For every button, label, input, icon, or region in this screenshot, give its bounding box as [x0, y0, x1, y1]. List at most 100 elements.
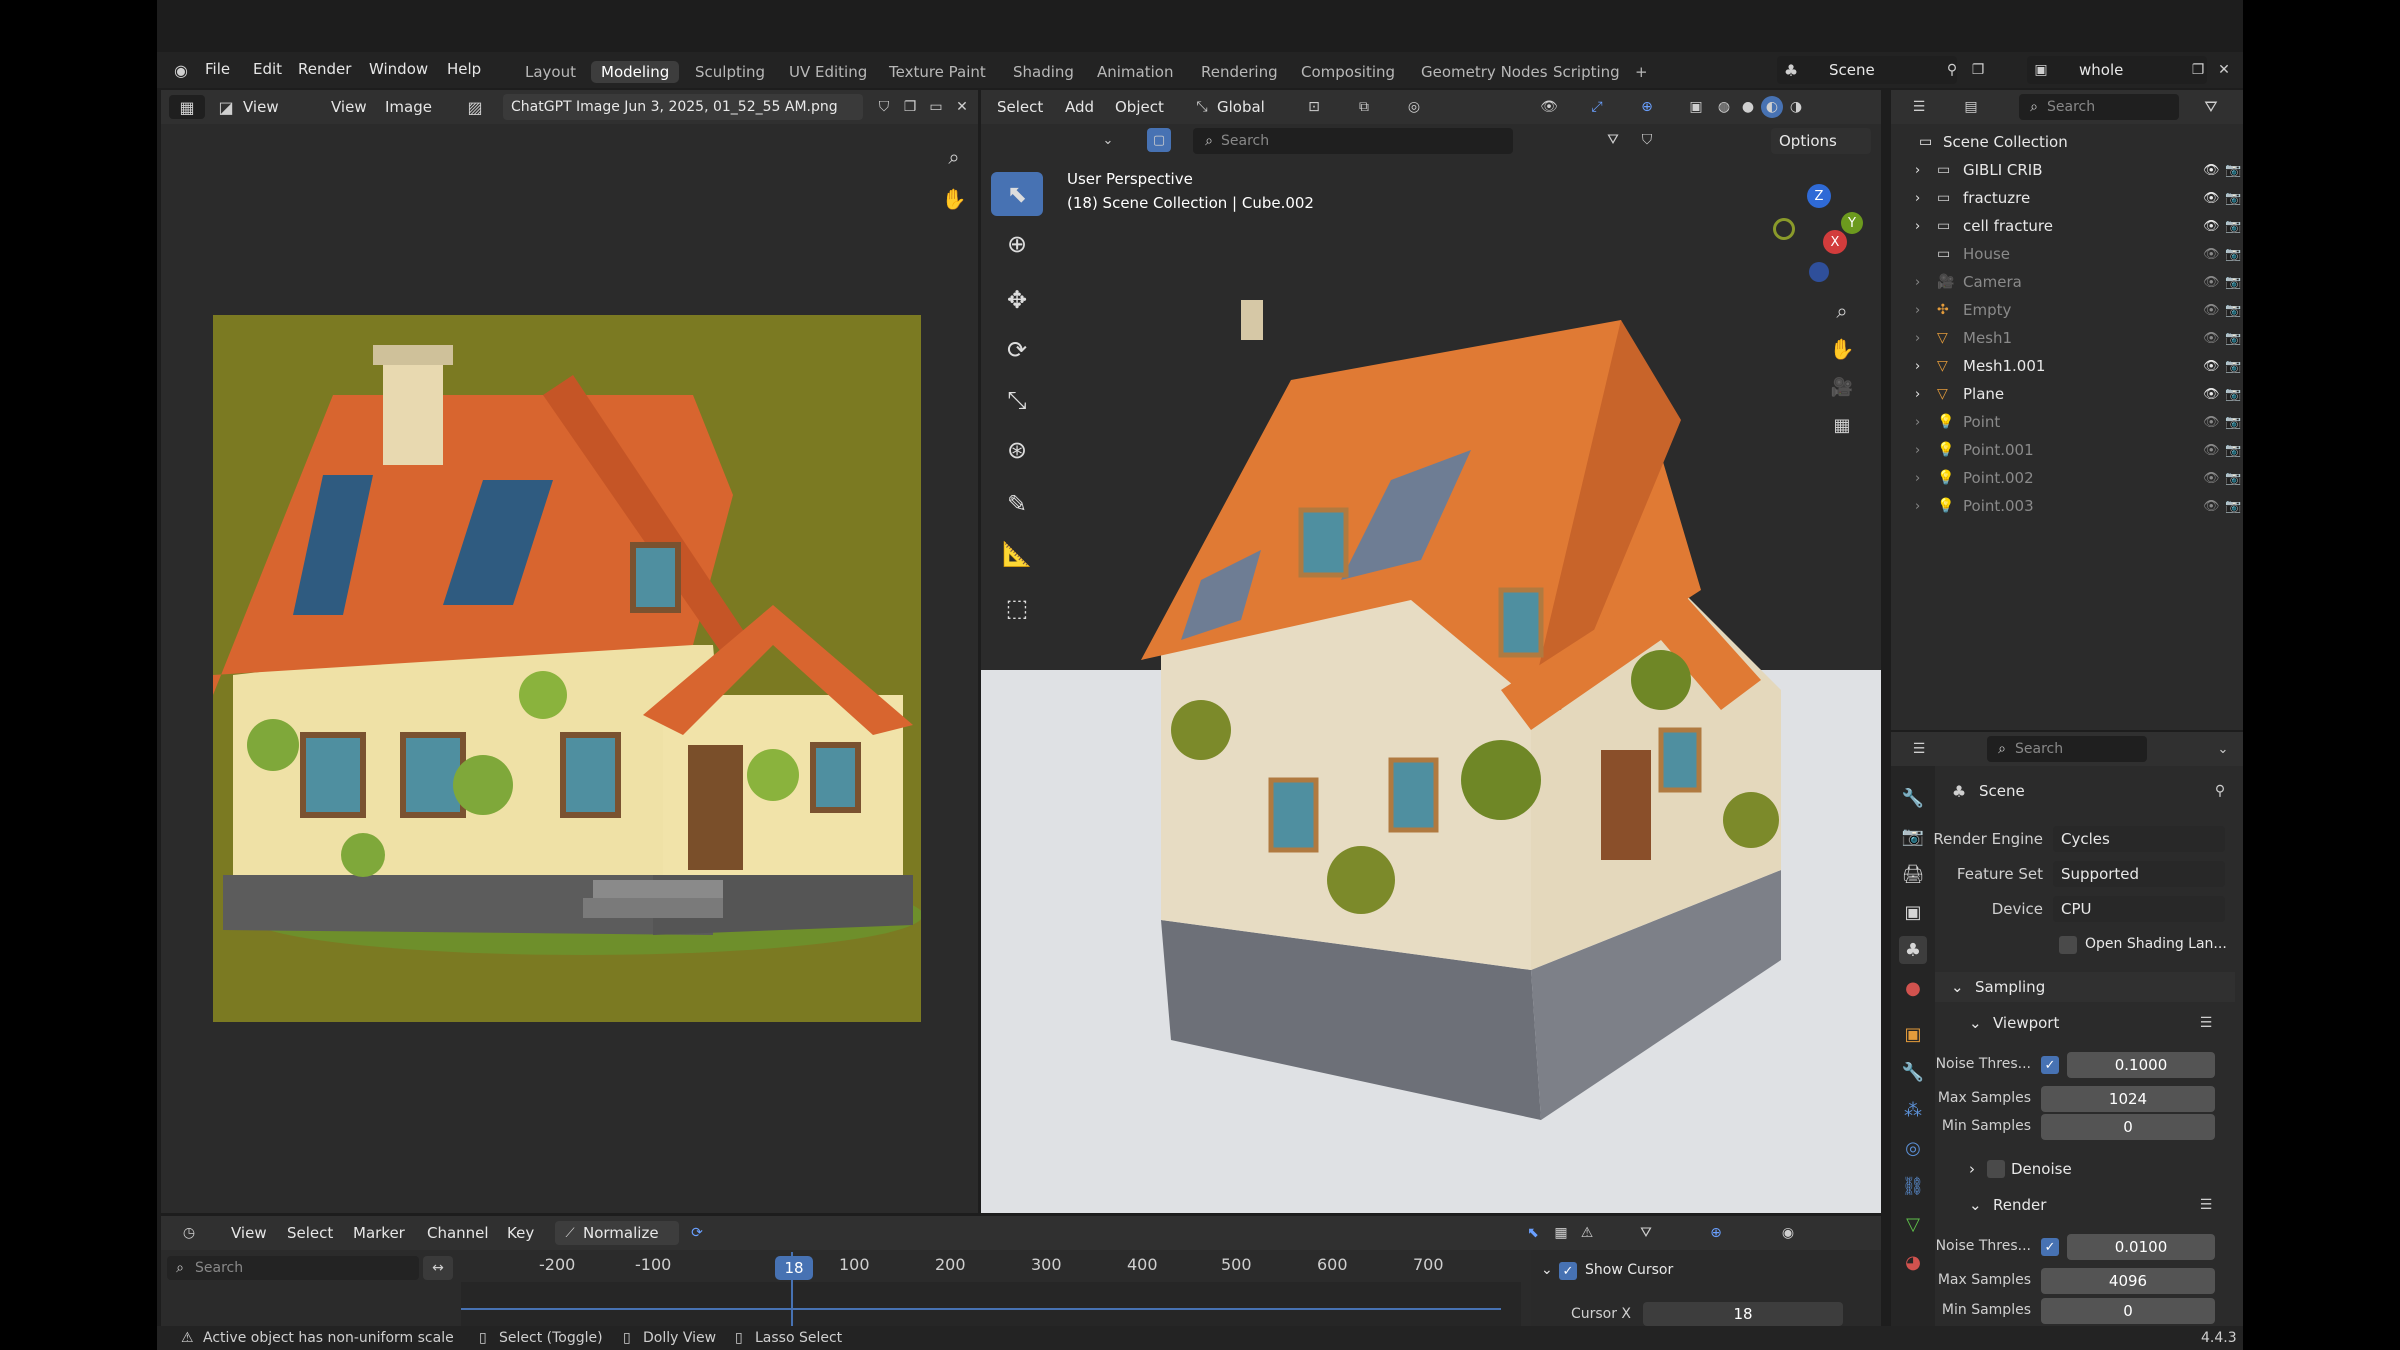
snap-icon[interactable]: ⧉ [1339, 96, 1389, 118]
timeline-menu-channel[interactable]: Channel [427, 1224, 489, 1242]
menu-edit[interactable]: Edit [253, 60, 282, 78]
particles-tab-icon[interactable]: ⁂ [1899, 1096, 1927, 1124]
menu-select[interactable]: Select [997, 98, 1043, 116]
menu-add[interactable]: Add [1065, 98, 1094, 116]
tab-uv-editing[interactable]: UV Editing [779, 61, 877, 83]
r-min-samples-field[interactable]: 0 [2041, 1298, 2215, 1324]
pan-hand-icon[interactable]: ✋ [939, 184, 969, 214]
list-icon[interactable]: ☰ [2195, 1194, 2217, 1216]
remove-view-layer-icon[interactable]: ✕ [2213, 60, 2235, 80]
outliner-item[interactable]: › ▽ Mesh1 👁 📷 [1891, 324, 2243, 352]
timeline-menu-marker[interactable]: Marker [353, 1224, 405, 1242]
chevron-right-icon[interactable]: › [1915, 359, 1937, 374]
device-dropdown[interactable]: CPU [2053, 896, 2225, 922]
outliner-item[interactable]: › ▽ Plane 👁 📷 [1891, 380, 2243, 408]
wireframe-shading-icon[interactable]: ◍ [1713, 96, 1735, 118]
tab-modeling[interactable]: Modeling [591, 61, 680, 83]
gizmo-y-axis[interactable]: Y [1841, 212, 1863, 234]
menu-image[interactable]: Image [385, 98, 432, 116]
image-view-dropdown[interactable]: View [243, 98, 279, 116]
vp-noise-threshold-field[interactable]: 0.1000 [2067, 1052, 2215, 1078]
rendered-shading-icon[interactable]: ◑ [1785, 96, 1807, 118]
outliner-item[interactable]: › ▭ cell fracture 👁 📷 [1891, 212, 2243, 240]
camera-render-icon[interactable]: 📷 [2225, 163, 2243, 178]
camera-render-icon[interactable]: 📷 [2225, 415, 2243, 430]
world-tab-icon[interactable]: ● [1899, 974, 1927, 1002]
denoise-toggle-icon[interactable]: › [1969, 1160, 1975, 1178]
outliner-item[interactable]: › ▽ Mesh1.001 👁 📷 [1891, 352, 2243, 380]
feature-set-dropdown[interactable]: Supported [2053, 861, 2225, 887]
outliner-item[interactable]: › ✣ Empty 👁 📷 [1891, 296, 2243, 324]
timeline-editor-type-icon[interactable]: ◷ [169, 1221, 209, 1245]
chevron-right-icon[interactable]: › [1915, 219, 1937, 234]
timeline-menu-view[interactable]: View [231, 1224, 267, 1242]
material-shading-icon[interactable]: ◐ [1761, 96, 1783, 118]
auto-normalize-icon[interactable]: ⟳ [685, 1221, 709, 1245]
annotate-tool-button[interactable]: ✎ [991, 482, 1043, 526]
eye-icon[interactable]: 👁 [2203, 219, 2225, 234]
tab-shading[interactable]: Shading [1003, 61, 1084, 83]
open-image-icon[interactable]: ▭ [925, 96, 947, 118]
proportional-edit-icon[interactable]: ◉ [1773, 1221, 1803, 1245]
tab-scripting[interactable]: Scripting [1543, 61, 1630, 83]
outliner-item[interactable]: › 💡 Point.003 👁 📷 [1891, 492, 2243, 520]
show-cursor-toggle-icon[interactable]: ⌄ [1541, 1262, 1553, 1278]
selection-mode-chevron-icon[interactable]: ⌄ [1093, 128, 1123, 152]
image-name-field[interactable]: ChatGPT Image Jun 3, 2025, 01_52_55 AM.p… [503, 94, 863, 120]
tab-texture-paint[interactable]: Texture Paint [879, 61, 996, 83]
scale-tool-button[interactable]: ⤡ [991, 378, 1043, 422]
chevron-right-icon[interactable]: › [1915, 443, 1937, 458]
outliner-editor-type-icon[interactable]: ☰ [1899, 95, 1939, 119]
add-workspace-button[interactable]: + [1625, 61, 1658, 83]
cursor-tool-button[interactable]: ⊕ [991, 222, 1043, 266]
only-errors-icon[interactable]: ⚠ [1575, 1221, 1599, 1245]
r-noise-checkbox[interactable]: ✓ [2041, 1238, 2059, 1256]
output-tab-icon[interactable]: 🖨 [1899, 860, 1927, 888]
render-tab-icon[interactable]: 📷 [1899, 822, 1927, 850]
camera-view-icon[interactable]: 🎥 [1827, 372, 1857, 402]
zoom-icon[interactable]: ⌕ [1827, 296, 1857, 326]
r-noise-threshold-field[interactable]: 0.0100 [2067, 1234, 2215, 1260]
view-layer-tab-icon[interactable]: ▣ [1899, 898, 1927, 926]
only-selected-icon[interactable]: ⬉ [1521, 1221, 1545, 1245]
osl-checkbox[interactable] [2059, 936, 2077, 954]
pin-icon[interactable]: ⚲ [2209, 780, 2231, 802]
outliner-item[interactable]: › 💡 Point 👁 📷 [1891, 408, 2243, 436]
timeline-menu-key[interactable]: Key [507, 1224, 534, 1242]
menu-window[interactable]: Window [369, 60, 428, 78]
pin-icon[interactable]: ⚲ [1941, 60, 1963, 80]
menu-object[interactable]: Object [1115, 98, 1164, 116]
camera-render-icon[interactable]: 📷 [2225, 275, 2243, 290]
menu-help[interactable]: Help [447, 60, 481, 78]
camera-render-icon[interactable]: 📷 [2225, 359, 2243, 374]
chevron-right-icon[interactable]: › [1915, 275, 1937, 290]
camera-render-icon[interactable]: 📷 [2225, 303, 2243, 318]
menu-render[interactable]: Render [298, 60, 351, 78]
constraints-tab-icon[interactable]: ⛓ [1899, 1172, 1927, 1200]
tab-layout[interactable]: Layout [515, 61, 586, 83]
tab-sculpting[interactable]: Sculpting [685, 61, 775, 83]
fake-user-icon[interactable]: ⛉ [873, 96, 895, 118]
display-mode-icon[interactable]: ▤ [1951, 95, 1991, 119]
eye-icon[interactable]: 👁 [2203, 359, 2225, 374]
eye-icon[interactable]: 👁 [2203, 247, 2225, 262]
scene-selector[interactable]: Scene [1777, 56, 1957, 84]
chevron-right-icon[interactable]: › [1915, 163, 1937, 178]
chevron-right-icon[interactable]: › [1915, 499, 1937, 514]
camera-render-icon[interactable]: 📷 [2225, 191, 2243, 206]
solid-shading-icon[interactable]: ● [1737, 96, 1759, 118]
filter-icon[interactable]: ⛛ [1601, 128, 1625, 152]
transform-tool-button[interactable]: ⊛ [991, 428, 1043, 472]
tab-rendering[interactable]: Rendering [1191, 61, 1288, 83]
new-view-layer-icon[interactable]: ❐ [2187, 60, 2209, 80]
vp-min-samples-field[interactable]: 0 [2041, 1114, 2215, 1140]
gizmo-x-axis[interactable]: X [1823, 230, 1847, 254]
pivot-icon[interactable]: ⊡ [1299, 96, 1329, 118]
timeline-search-input[interactable]: Search [167, 1256, 419, 1280]
show-hidden-icon[interactable]: ▦ [1549, 1221, 1573, 1245]
tab-compositing[interactable]: Compositing [1291, 61, 1405, 83]
show-cursor-checkbox[interactable]: ✓ [1559, 1262, 1577, 1280]
gizmo-neg-y-axis[interactable] [1773, 218, 1795, 240]
r-max-samples-field[interactable]: 4096 [2041, 1268, 2215, 1294]
eye-icon[interactable]: 👁 [2203, 443, 2225, 458]
